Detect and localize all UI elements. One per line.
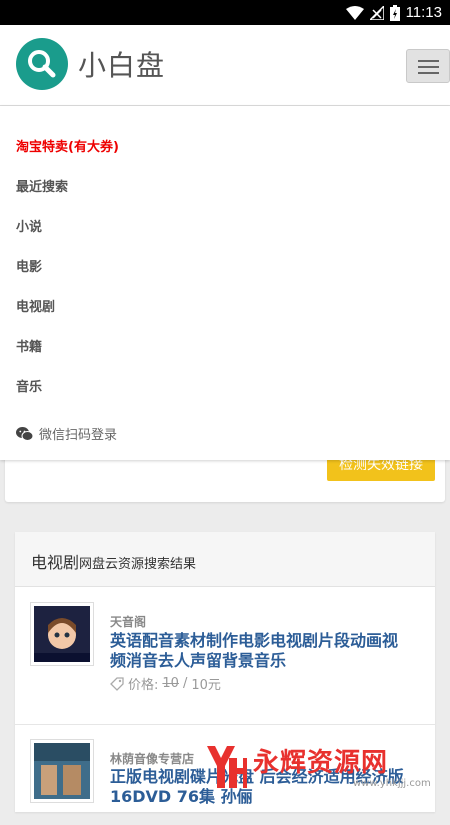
- thumbnail-image: [34, 606, 90, 662]
- status-icons: 11:13: [345, 3, 442, 22]
- result-thumbnail[interactable]: [30, 602, 94, 666]
- menu-item-music[interactable]: 音乐: [16, 376, 42, 395]
- search-icon: [28, 50, 56, 78]
- watermark-url: www.yhkjjj.com: [353, 778, 431, 789]
- shop-name: 林荫音像专营店: [110, 752, 195, 766]
- status-bar: 11:13: [0, 0, 450, 25]
- result-title-link[interactable]: 英语配音素材制作电影电视剧片段动画视频消音去人声留背景音乐: [110, 631, 410, 671]
- menu-item-recent-search[interactable]: 最近搜索: [16, 176, 68, 195]
- results-suffix: 网盘云资源搜索结果: [79, 557, 197, 572]
- menu-item-novel[interactable]: 小说: [16, 216, 42, 235]
- wechat-icon: [16, 426, 33, 441]
- shop-name: 天音阁: [110, 615, 147, 629]
- menu-toggle-button[interactable]: [406, 49, 450, 83]
- results-header: 电视剧网盘云资源搜索结果: [15, 532, 435, 587]
- result-thumbnail[interactable]: [30, 739, 94, 803]
- results-title: 电视剧网盘云资源搜索结果: [31, 549, 196, 573]
- old-price: 10: [162, 676, 179, 691]
- menu-item-movie[interactable]: 电影: [16, 256, 42, 275]
- watermark-logo-icon: [207, 746, 247, 788]
- header: 小白盘: [0, 25, 450, 106]
- current-price: 10元: [191, 678, 221, 693]
- no-signal-icon: [369, 5, 384, 20]
- app-logo[interactable]: [16, 38, 68, 90]
- watermark: 永辉资源网 www.yhkjjj.com: [203, 738, 443, 798]
- nav-menu: 淘宝特卖(有大券) 最近搜索 小说 电影 电视剧 书籍 音乐 微信扫码登录: [0, 106, 450, 460]
- hamburger-icon: [418, 66, 439, 68]
- thumbnail-image: [34, 743, 90, 799]
- price-label: 价格:: [128, 678, 159, 693]
- wechat-login-label: 微信扫码登录: [39, 428, 118, 443]
- price-separator: /: [182, 676, 188, 691]
- menu-item-tv-series[interactable]: 电视剧: [16, 296, 55, 315]
- price-tag-icon: [110, 676, 124, 691]
- app-title: 小白盘: [78, 49, 166, 82]
- price-row: 价格: 10/10元: [110, 674, 221, 693]
- wechat-login-link[interactable]: 微信扫码登录: [16, 424, 117, 443]
- hamburger-icon: [418, 60, 439, 62]
- watermark-text: 永辉资源网: [253, 748, 389, 778]
- battery-icon: [389, 4, 400, 21]
- results-category: 电视剧: [31, 553, 80, 572]
- menu-item-books[interactable]: 书籍: [16, 336, 42, 355]
- hamburger-icon: [418, 72, 439, 74]
- result-item[interactable]: 天音阁 英语配音素材制作电影电视剧片段动画视频消音去人声留背景音乐 价格: 10/…: [15, 587, 435, 724]
- menu-item-taobao[interactable]: 淘宝特卖(有大券): [16, 136, 119, 155]
- clock: 11:13: [405, 4, 442, 21]
- wifi-icon: [345, 5, 364, 20]
